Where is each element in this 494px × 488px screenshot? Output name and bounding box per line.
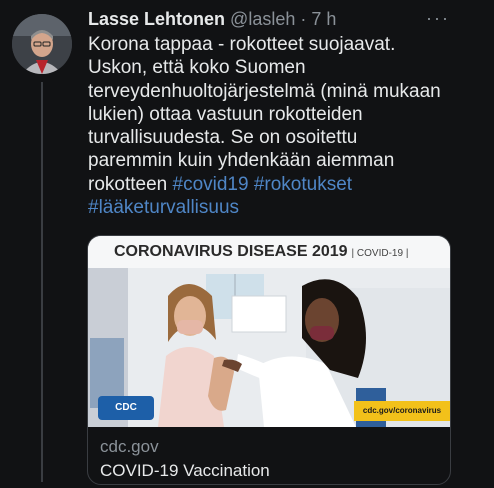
card-title[interactable]: COVID-19 Vaccination: [100, 461, 270, 481]
hashtag-covid19[interactable]: #covid19: [173, 174, 249, 195]
card-domain: cdc.gov: [100, 437, 159, 456]
tweet-time[interactable]: 7 h: [311, 9, 336, 29]
tweet-text: Korona tappaa - rokotteet suojaavat. Usk…: [88, 33, 483, 219]
card-banner: CORONAVIRUS DISEASE 2019 | COVID-19 |: [88, 236, 450, 268]
banner-subtitle: | COVID-19 |: [351, 248, 409, 259]
hashtag-rokotukset[interactable]: #rokotukset: [254, 174, 352, 195]
banner-title: CORONAVIRUS DISEASE 2019: [114, 243, 348, 260]
card-image[interactable]: CORONAVIRUS DISEASE 2019 | COVID-19 | CDC…: [88, 236, 450, 427]
tweet-line: terveydenhuoltojärjestelmä (minä mukaan: [88, 80, 441, 102]
thread-line: [41, 82, 43, 482]
author-name[interactable]: Lasse Lehtonen: [88, 9, 225, 29]
tweet-line: lukien) ottaa vastuun rokotteiden: [88, 103, 363, 125]
tweet-line-with-hashtags: rokotteen #covid19 #rokotukset: [88, 173, 483, 196]
author-handle[interactable]: @lasleh: [230, 9, 295, 29]
image-url-label: cdc.gov/coronavirus: [354, 401, 450, 421]
hashtag-laaketurvallisuus[interactable]: #lääketurvallisuus: [88, 197, 239, 218]
author-avatar[interactable]: [12, 14, 72, 74]
tweet-line-text: rokotteen: [88, 173, 173, 195]
cdc-logo: CDC: [98, 396, 154, 420]
tweet-line: Korona tappaa - rokotteet suojaavat.: [88, 34, 396, 55]
avatar-portrait: [12, 14, 72, 74]
tweet-line: paremmin kuin yhdenkään aiemman: [88, 150, 395, 172]
more-options-icon[interactable]: ···: [426, 8, 450, 29]
tweet-header: Lasse Lehtonen @lasleh · 7 h: [88, 9, 484, 33]
tweet-line: Uskon, että koko Suomen: [88, 57, 306, 79]
tweet-line: turvallisuudesta. Se on osoitettu: [88, 127, 358, 149]
header-separator: ·: [300, 9, 307, 29]
link-card[interactable]: CORONAVIRUS DISEASE 2019 | COVID-19 | CDC…: [87, 235, 451, 485]
